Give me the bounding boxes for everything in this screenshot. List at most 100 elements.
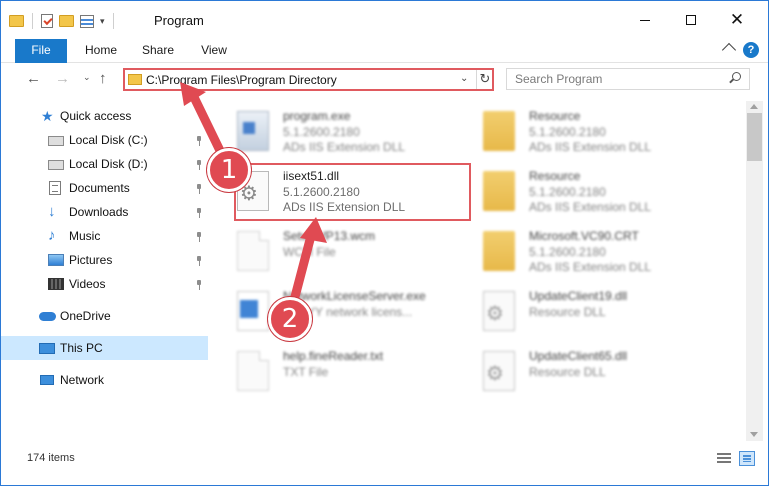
file-name: program.exe: [283, 109, 351, 123]
sidebar-item-pictures[interactable]: Pictures: [1, 248, 208, 272]
up-arrow-icon[interactable]: ↑: [99, 70, 107, 87]
file-description: ADs IIS Extension DLL: [529, 140, 652, 154]
search-placeholder: Search Program: [515, 72, 603, 86]
properties-check-icon[interactable]: [41, 14, 53, 28]
help-icon[interactable]: ?: [743, 42, 759, 58]
scrollbar-thumb[interactable]: [747, 113, 762, 161]
file-name: NetworkLicenseServer.exe: [283, 289, 426, 303]
sidebar-item-local-disk-c[interactable]: Local Disk (C:): [1, 128, 208, 152]
forward-arrow-icon[interactable]: →: [55, 70, 70, 87]
scroll-down-arrow-icon[interactable]: [750, 432, 758, 437]
file-type: WCM File: [283, 245, 336, 259]
search-input[interactable]: Search Program: [506, 68, 750, 90]
pin-icon[interactable]: [195, 280, 203, 290]
annotation-badge-2: 2: [268, 297, 312, 341]
sidebar-item-label: Quick access: [60, 109, 132, 123]
refresh-icon[interactable]: ↻: [478, 71, 492, 87]
folder-icon[interactable]: [9, 15, 24, 27]
list-item[interactable]: Resource 5.1.2600.2180 ADs IIS Extension…: [458, 107, 688, 159]
properties-icon[interactable]: [80, 14, 94, 28]
file-type: Resource DLL: [529, 365, 606, 379]
explorer-window: ▾ Program ✕ File Home Share View ? ← → ⌄…: [0, 0, 769, 486]
address-history-chevron-icon[interactable]: ⌄: [460, 73, 468, 84]
sidebar-item-quick-access[interactable]: ★ Quick access: [1, 104, 208, 128]
pin-icon[interactable]: [195, 184, 203, 194]
sidebar-item-label: Pictures: [69, 253, 113, 267]
list-item[interactable]: UpdateClient19.dll Resource DLL: [458, 287, 688, 339]
sidebar-item-label: Local Disk (C:): [69, 133, 148, 147]
list-item[interactable]: UpdateClient65.dll Resource DLL: [458, 347, 688, 399]
file-name: Resource: [529, 169, 581, 183]
pin-icon[interactable]: [195, 232, 203, 242]
new-folder-icon[interactable]: [59, 15, 74, 27]
sidebar-item-local-disk-d[interactable]: Local Disk (D:): [1, 152, 208, 176]
computer-icon: [39, 343, 55, 354]
disk-icon: [48, 136, 64, 146]
expand-ribbon-chevron-icon[interactable]: [721, 42, 737, 58]
dll-gear-icon: [483, 351, 515, 391]
quick-access-toolbar: ▾: [9, 12, 116, 30]
sidebar-item-network[interactable]: Network: [1, 368, 208, 392]
status-bar: 174 items: [1, 447, 768, 471]
details-view-icon[interactable]: [717, 453, 731, 465]
highlight-box: [234, 163, 471, 221]
cloud-icon: [39, 312, 56, 321]
window-title: Program: [154, 13, 204, 28]
pin-icon[interactable]: [195, 160, 203, 170]
document-icon: [237, 351, 269, 391]
tab-share[interactable]: Share: [135, 39, 181, 62]
recent-locations-chevron-icon[interactable]: ⌄: [83, 72, 91, 83]
file-version: 5.1.2600.2180: [529, 185, 606, 199]
list-item[interactable]: program.exe 5.1.2600.2180 ADs IIS Extens…: [212, 107, 442, 159]
list-item[interactable]: Microsoft.VC90.CRT 5.1.2600.2180 ADs IIS…: [458, 227, 688, 279]
network-icon: [40, 375, 54, 385]
list-item[interactable]: NetworkLicenseServer.exe ABBYY network l…: [212, 287, 442, 339]
folder-icon: [483, 111, 515, 151]
sidebar-item-documents[interactable]: Documents: [1, 176, 208, 200]
list-item[interactable]: SetupWP13.wcm WCM File: [212, 227, 442, 279]
sidebar-item-videos[interactable]: Videos: [1, 272, 208, 296]
sidebar-item-onedrive[interactable]: OneDrive: [1, 304, 208, 328]
customize-toolbar-chevron-down-icon[interactable]: ▾: [100, 16, 105, 27]
pin-icon[interactable]: [195, 256, 203, 266]
close-icon: ✕: [729, 10, 745, 29]
pin-icon[interactable]: [195, 208, 203, 218]
maximize-button[interactable]: [668, 1, 714, 39]
document-icon: [237, 231, 269, 271]
tiles-view-icon[interactable]: [739, 451, 755, 466]
pin-icon[interactable]: [195, 136, 203, 146]
tab-view[interactable]: View: [191, 39, 237, 62]
sidebar-item-downloads[interactable]: ↓ Downloads: [1, 200, 208, 224]
pictures-icon: [48, 254, 64, 266]
music-icon: ♪: [48, 227, 56, 244]
search-icon[interactable]: [732, 72, 741, 81]
scroll-up-arrow-icon[interactable]: [750, 104, 758, 109]
minimize-button[interactable]: [622, 1, 668, 39]
address-path[interactable]: C:\Program Files\Program Directory: [146, 73, 337, 87]
close-button[interactable]: ✕: [714, 1, 760, 39]
file-name: help.fineReader.txt: [283, 349, 384, 363]
sidebar-item-label: OneDrive: [60, 309, 111, 323]
folder-icon: [128, 74, 142, 85]
file-version: 5.1.2600.2180: [529, 125, 606, 139]
folder-icon: [483, 171, 515, 211]
file-description: ADs IIS Extension DLL: [283, 140, 406, 154]
sidebar-item-label: Local Disk (D:): [69, 157, 148, 171]
sidebar-item-this-pc[interactable]: This PC: [1, 336, 208, 360]
minimize-icon: [640, 19, 650, 21]
download-icon: ↓: [48, 203, 56, 220]
vertical-scrollbar[interactable]: [746, 101, 763, 441]
ribbon-tabs: File Home Share View ?: [1, 39, 768, 91]
annotation-badge-1: 1: [207, 148, 251, 192]
navigation-bar: ← → ⌄ ↑ C:\Program Files\Program Directo…: [1, 63, 768, 95]
address-bar[interactable]: C:\Program Files\Program Directory ⌄ ↻: [123, 68, 494, 91]
tab-home[interactable]: Home: [77, 39, 125, 62]
file-version: 5.1.2600.2180: [283, 125, 360, 139]
sidebar-item-label: Downloads: [69, 205, 129, 219]
list-item[interactable]: help.fineReader.txt TXT File: [212, 347, 442, 399]
sidebar-item-music[interactable]: ♪ Music: [1, 224, 208, 248]
back-arrow-icon[interactable]: ←: [26, 70, 41, 87]
dll-gear-icon: [483, 291, 515, 331]
file-name: UpdateClient65.dll: [529, 349, 628, 363]
list-item[interactable]: Resource 5.1.2600.2180 ADs IIS Extension…: [458, 167, 688, 219]
